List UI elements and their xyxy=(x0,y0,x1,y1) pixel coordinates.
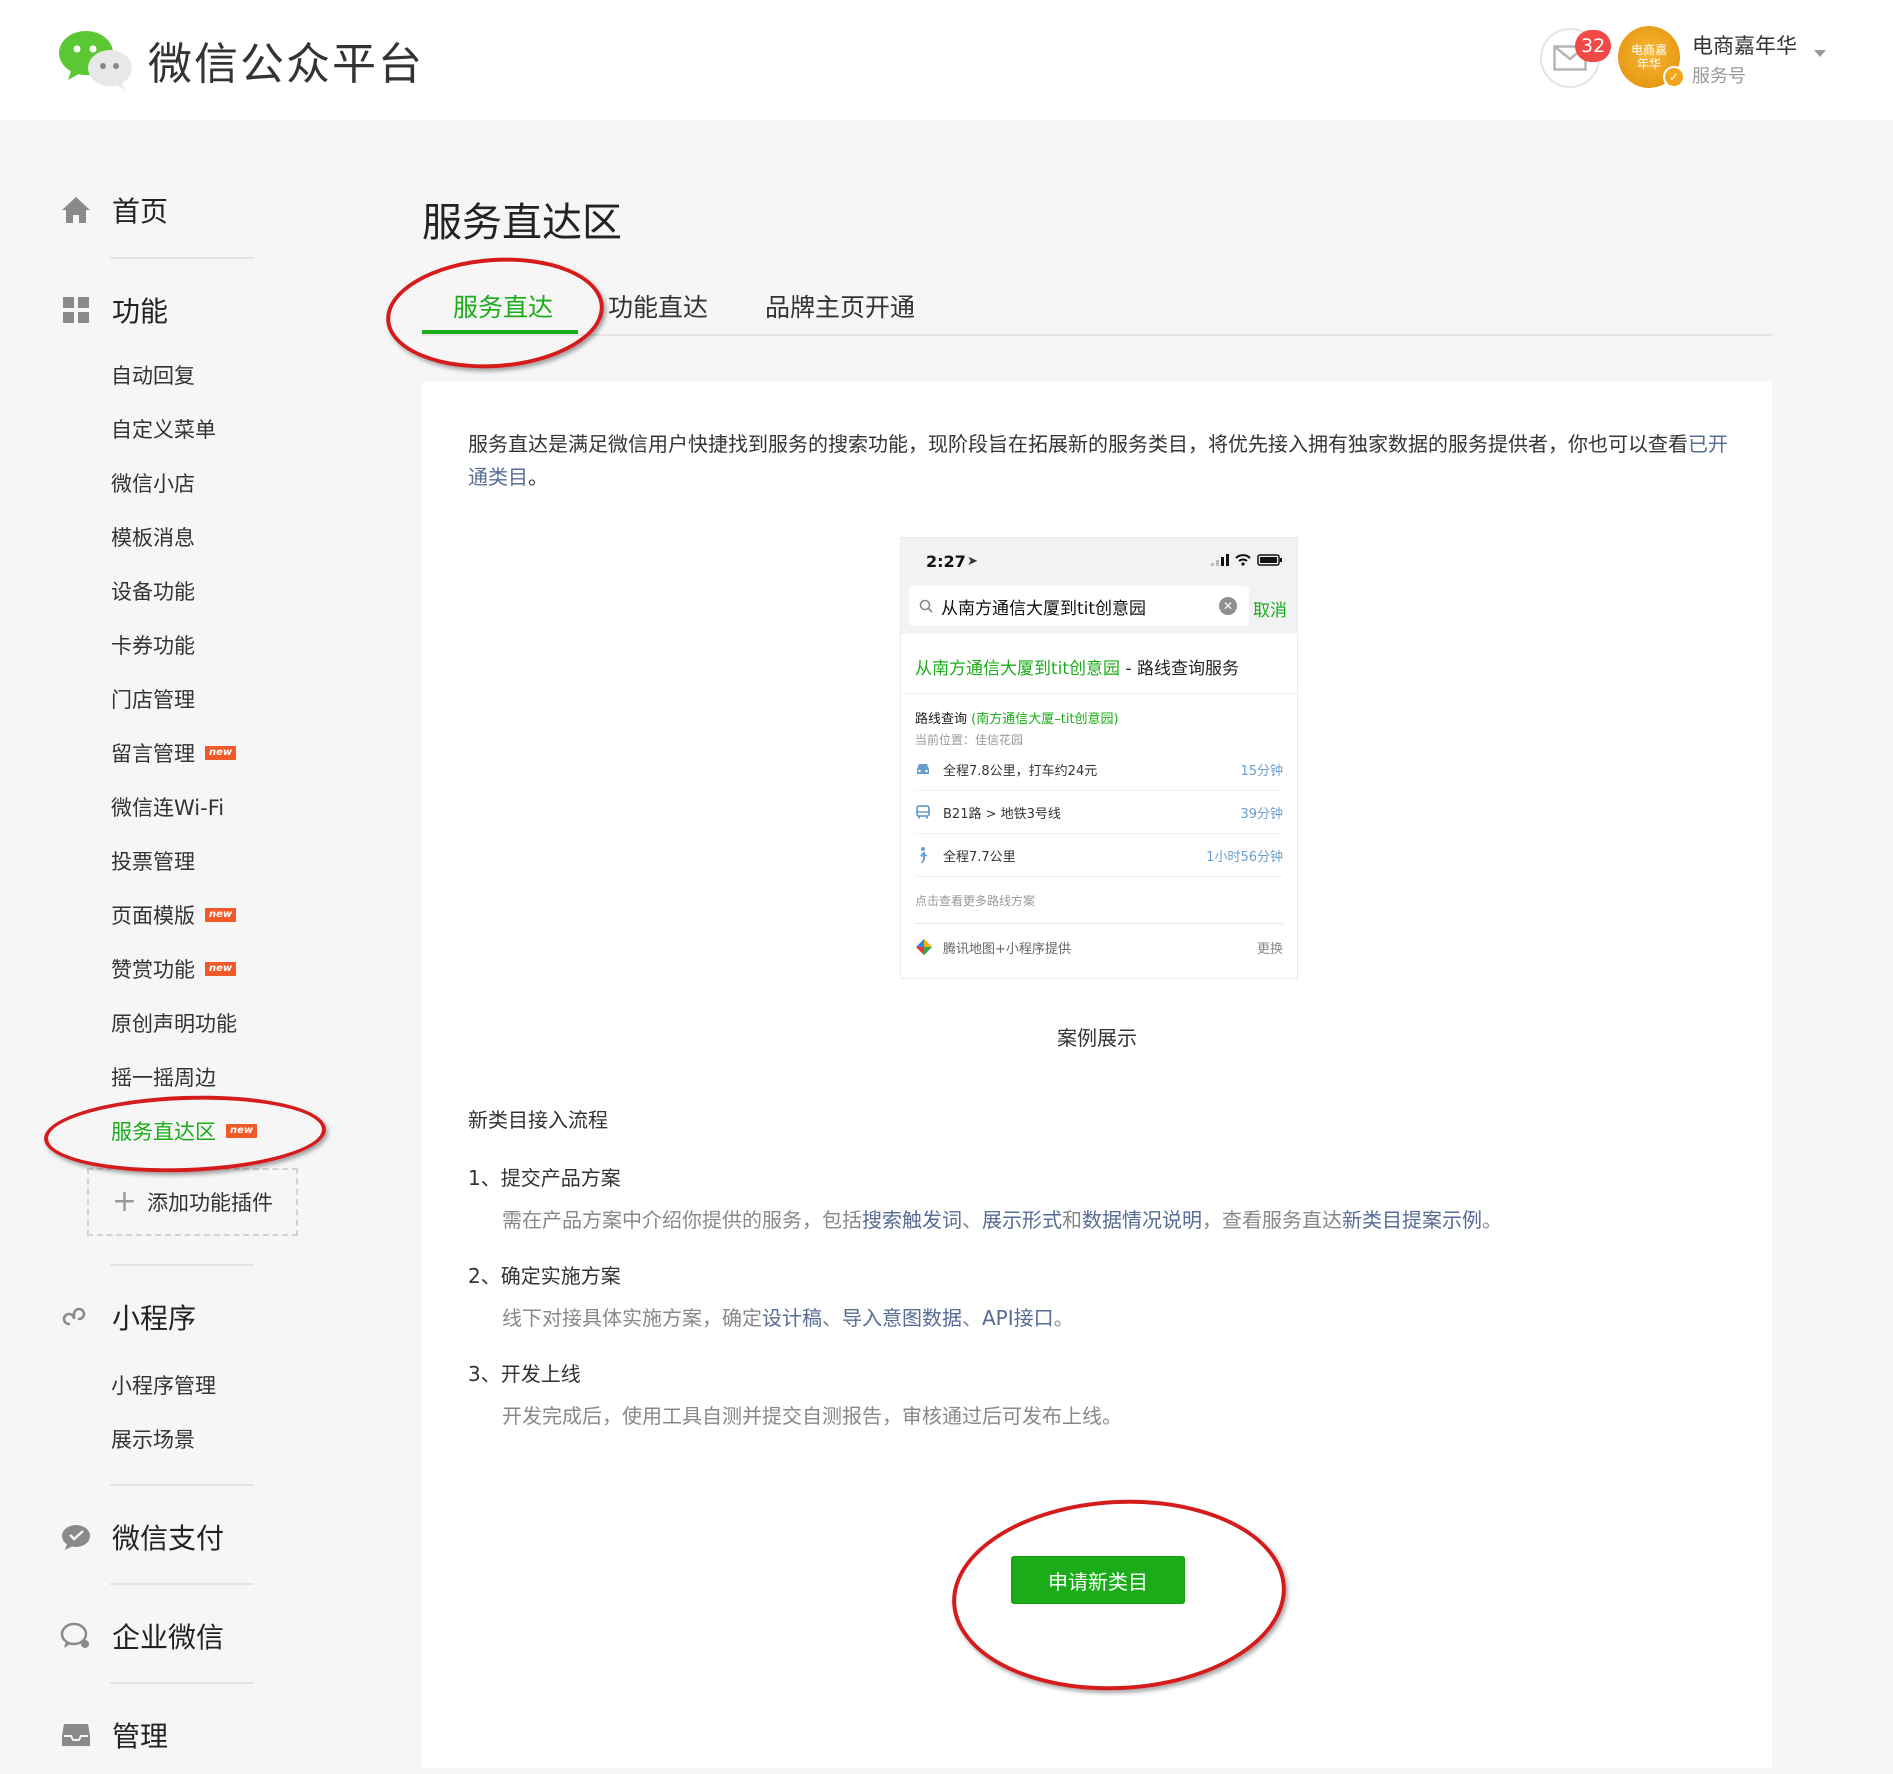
sidebar-item-feature[interactable]: 留言管理 new xyxy=(111,738,237,768)
step-description: 开发完成后，使用工具自测并提交自测报告，审核通过后可发布上线。 xyxy=(502,1404,1122,1428)
wechat-bubbles-icon xyxy=(58,28,136,92)
chevron-down-icon[interactable] xyxy=(1814,50,1826,57)
new-badge: new xyxy=(205,908,237,922)
platform-title: 微信公众平台 xyxy=(148,39,424,90)
sidebar-item-feature[interactable]: 微信小店 xyxy=(111,468,195,498)
walk-icon xyxy=(915,847,931,863)
route-row: B21路 > 地铁3号线 39分钟 xyxy=(915,791,1283,834)
sidebar-item-home[interactable]: 首页 xyxy=(60,190,168,230)
intro-text: 服务直达是满足微信用户快捷找到服务的搜索功能，现阶段旨在拓展新的服务类目，将优先… xyxy=(468,432,1728,489)
new-badge: new xyxy=(205,962,237,976)
active-tab-indicator xyxy=(422,330,578,334)
sidebar-section-wechat-pay[interactable]: 微信支付 xyxy=(60,1517,224,1557)
sidebar-item-feature[interactable]: 自动回复 xyxy=(111,360,195,390)
route-query-heading: 路线查询 (南方通信大厦–tit创意园) xyxy=(915,712,1119,727)
account-type: 服务号 xyxy=(1692,66,1746,87)
step-link[interactable]: 新类目提案示例 xyxy=(1342,1208,1482,1232)
tab-brand-homepage[interactable]: 品牌主页开通 xyxy=(765,288,915,324)
example-phone-screenshot: 2:27 ➤ 从南方通信大厦到tit创意园 ✕ 取消 从南方通信大厦到tit创意… xyxy=(900,537,1298,979)
current-position: 当前位置：佳信花园 xyxy=(915,733,1024,747)
plus-icon: + xyxy=(111,1184,138,1219)
step-description: 需在产品方案中介绍你提供的服务，包括搜索触发词、展示形式和数据情况说明，查看服务… xyxy=(502,1208,1502,1232)
step-link[interactable]: 展示形式 xyxy=(982,1208,1062,1232)
sidebar-item-feature[interactable]: 设备功能 xyxy=(111,576,195,606)
sidebar-item-miniprogram-manage[interactable]: 小程序管理 xyxy=(111,1370,216,1400)
more-routes-link: 点击查看更多路线方案 xyxy=(915,877,1283,924)
home-icon xyxy=(60,194,92,226)
grid-icon xyxy=(60,294,92,326)
verified-icon: ✓ xyxy=(1663,66,1685,88)
step-link[interactable]: 搜索触发词 xyxy=(862,1208,962,1232)
tab-bar: 服务直达 功能直达 品牌主页开通 xyxy=(422,280,1772,336)
step-link[interactable]: 数据情况说明 xyxy=(1082,1208,1202,1232)
phone-result-title: 从南方通信大厦到tit创意园 - 路线查询服务 xyxy=(901,634,1297,694)
phone-status-bar: 2:27 ➤ xyxy=(901,538,1297,584)
unread-count-badge: 32 xyxy=(1575,30,1612,62)
car-icon xyxy=(915,761,931,777)
wechat-logo[interactable]: 微信公众平台 xyxy=(58,28,424,92)
sidebar-item-feature[interactable]: 门店管理 xyxy=(111,684,195,714)
sidebar-item-feature[interactable]: 原创声明功能 xyxy=(111,1008,237,1038)
battery-icon xyxy=(1257,554,1282,566)
new-badge: new xyxy=(205,746,237,760)
phone-search-input: 从南方通信大厦到tit创意园 ✕ xyxy=(909,586,1249,626)
wifi-icon xyxy=(1235,554,1251,566)
sidebar-divider xyxy=(110,1682,254,1684)
step-heading: 2、确定实施方案 xyxy=(468,1264,621,1288)
add-plugin-button[interactable]: + 添加功能插件 xyxy=(87,1168,298,1236)
tab-function-direct[interactable]: 功能直达 xyxy=(608,288,708,324)
bus-icon xyxy=(915,804,931,820)
flow-title: 新类目接入流程 xyxy=(468,1108,608,1132)
wechat-pay-icon xyxy=(60,1521,92,1553)
sidebar-item-feature[interactable]: 页面模版 new xyxy=(111,900,237,930)
phone-search-area: 从南方通信大厦到tit创意园 ✕ 取消 xyxy=(901,584,1297,634)
sidebar-item-display-scenes[interactable]: 展示场景 xyxy=(111,1424,195,1454)
sidebar-section-miniprogram[interactable]: 小程序 xyxy=(60,1297,196,1337)
sidebar-item-feature[interactable]: 微信连Wi-Fi xyxy=(111,792,224,822)
miniprogram-icon xyxy=(60,1301,92,1333)
sidebar-section-wework[interactable]: 企业微信 xyxy=(60,1616,224,1656)
step-heading: 3、开发上线 xyxy=(468,1362,581,1386)
phone-time: 2:27 xyxy=(926,552,966,571)
sidebar-section-features[interactable]: 功能 xyxy=(60,290,168,330)
sidebar-divider xyxy=(110,257,254,259)
route-row: 全程7.8公里，打车约24元 15分钟 xyxy=(915,748,1283,791)
new-badge: new xyxy=(226,1124,258,1138)
route-row: 全程7.7公里 1小时56分钟 xyxy=(915,834,1283,877)
wework-icon xyxy=(60,1620,92,1652)
sidebar-divider xyxy=(110,1264,254,1266)
phone-cancel: 取消 xyxy=(1253,601,1287,621)
sidebar-item-feature[interactable]: 赞赏功能 new xyxy=(111,954,237,984)
example-caption: 案例展示 xyxy=(1057,1026,1137,1050)
sidebar-item-feature[interactable]: 卡券功能 xyxy=(111,630,195,660)
top-header: 微信公众平台 32 电商嘉年华 ✓ 电商嘉年华 服务号 xyxy=(0,0,1893,120)
step-link[interactable]: 设计稿 xyxy=(762,1306,822,1330)
content-panel: 服务直达是满足微信用户快捷找到服务的搜索功能，现阶段旨在拓展新的服务类目，将优先… xyxy=(422,382,1772,1768)
tencent-map-icon xyxy=(916,939,932,955)
sidebar-item-feature[interactable]: 投票管理 xyxy=(111,846,195,876)
sidebar-item-feature[interactable]: 模板消息 xyxy=(111,522,195,552)
sidebar-divider xyxy=(110,1583,254,1585)
inbox-icon xyxy=(60,1719,92,1751)
avatar-label: 电商嘉年华 xyxy=(1630,43,1667,71)
step-heading: 1、提交产品方案 xyxy=(468,1166,621,1190)
apply-new-category-button[interactable]: 申请新类目 xyxy=(1011,1556,1185,1604)
provider-row: 腾讯地图+小程序提供 更换 xyxy=(901,924,1297,970)
tab-service-direct[interactable]: 服务直达 xyxy=(453,288,553,324)
page-title: 服务直达区 xyxy=(422,200,622,246)
step-link[interactable]: 导入意图数据 xyxy=(842,1306,962,1330)
clear-icon: ✕ xyxy=(1219,597,1237,615)
sidebar-divider xyxy=(110,1484,254,1486)
search-icon xyxy=(919,599,933,613)
sidebar-section-manage[interactable]: 管理 xyxy=(60,1715,168,1755)
sidebar-item-feature[interactable]: 摇一摇周边 xyxy=(111,1062,216,1092)
sidebar-item-feature[interactable]: 自定义菜单 xyxy=(111,414,216,444)
step-link[interactable]: API接口 xyxy=(982,1306,1054,1330)
location-arrow-icon: ➤ xyxy=(967,554,978,569)
step-description: 线下对接具体实施方案，确定设计稿、导入意图数据、API接口。 xyxy=(502,1306,1074,1330)
signal-icon xyxy=(1211,554,1229,566)
account-name[interactable]: 电商嘉年华 xyxy=(1692,30,1797,60)
sidebar-item-feature[interactable]: 服务直达区 new xyxy=(111,1116,258,1146)
